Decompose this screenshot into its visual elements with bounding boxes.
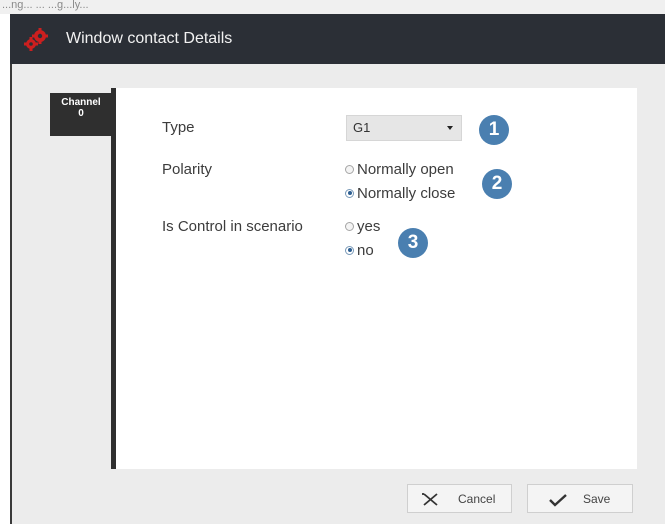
radio-selected-icon — [345, 245, 354, 255]
gears-icon — [24, 28, 48, 51]
window-title: Window contact Details — [66, 30, 233, 47]
polarity-label: Polarity — [162, 161, 213, 178]
radio-selected-icon — [345, 188, 354, 198]
control-option-yes[interactable]: yes — [345, 218, 380, 235]
left-edge — [10, 64, 12, 524]
save-button[interactable]: Save — [527, 484, 633, 513]
no-label: no — [357, 242, 374, 259]
radio-unselected-icon — [345, 164, 354, 174]
close-icon — [422, 493, 438, 506]
type-label: Type — [162, 119, 195, 136]
cancel-button[interactable]: Cancel — [407, 484, 512, 513]
control-in-scenario-label: Is Control in scenario — [162, 218, 303, 235]
details-panel: Type G1 1 Polarity Normally open Normall… — [111, 88, 637, 469]
tab-channel-0[interactable]: Channel 0 — [50, 93, 112, 136]
control-option-no[interactable]: no — [345, 242, 374, 259]
title-bar: Window contact Details — [10, 14, 665, 64]
polarity-option-normally-open[interactable]: Normally open — [345, 161, 454, 178]
callout-badge-3: 3 — [398, 228, 428, 258]
normally-open-label: Normally open — [357, 161, 454, 178]
channel-tab-number: 0 — [78, 108, 84, 119]
save-label: Save — [583, 492, 611, 506]
checkmark-icon — [549, 494, 567, 507]
type-select-value: G1 — [353, 120, 371, 135]
normally-close-label: Normally close — [357, 185, 456, 202]
background-window-strip: ...ng... ... ...g...ly... — [0, 0, 665, 14]
radio-unselected-icon — [345, 221, 354, 231]
cancel-label: Cancel — [458, 492, 496, 506]
window-contact-dialog: Window contact Details Channel 0 Type G1… — [10, 14, 665, 524]
chevron-down-icon — [447, 126, 453, 130]
channel-tab-label: Channel — [61, 97, 101, 108]
background-window-text: ...ng... ... ...g...ly... — [2, 0, 89, 11]
yes-label: yes — [357, 218, 381, 235]
callout-badge-2: 2 — [482, 169, 512, 199]
polarity-option-normally-close[interactable]: Normally close — [345, 185, 455, 202]
type-select[interactable]: G1 — [346, 115, 462, 141]
callout-badge-1: 1 — [479, 115, 509, 145]
